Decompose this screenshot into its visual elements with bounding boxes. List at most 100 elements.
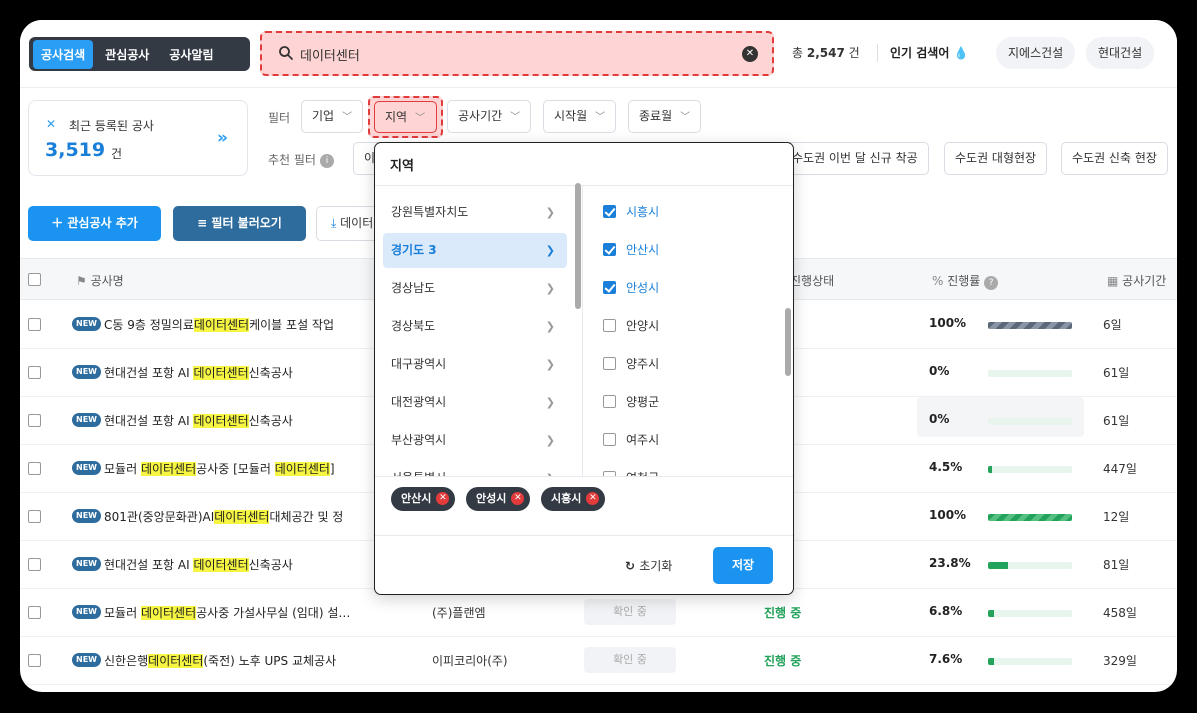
city-checkbox[interactable] xyxy=(603,395,616,408)
city-checkbox[interactable] xyxy=(603,205,616,218)
tab-interest-construction[interactable]: 관심공사 xyxy=(97,40,157,69)
row-checkbox[interactable] xyxy=(28,366,41,379)
row-title[interactable]: C동 9층 정밀의료데이터센터케이블 포설 작업 xyxy=(104,316,334,333)
double-chevron-right-icon[interactable]: » xyxy=(217,128,228,148)
th-status[interactable]: 진행상태 xyxy=(790,272,834,289)
city-scrollbar[interactable] xyxy=(785,308,791,376)
row-title[interactable]: 801관(중앙문화관)AI데이터센터대체공간 및 정 xyxy=(104,508,343,525)
help-icon[interactable]: ? xyxy=(984,276,999,290)
province-item[interactable]: 경상남도 ❯ xyxy=(383,271,567,306)
progress-bar xyxy=(988,466,1072,473)
province-item[interactable]: 대구광역시 ❯ xyxy=(383,347,567,382)
recommend-chip-2[interactable]: 수도권 대형현장 xyxy=(944,142,1048,175)
chevron-right-icon: ❯ xyxy=(546,461,555,476)
popular-keyword-0[interactable]: 지에스건설 xyxy=(996,37,1076,69)
refresh-icon: ↻ xyxy=(625,559,640,573)
city-option[interactable]: 안성시 xyxy=(603,277,659,299)
new-badge: NEW xyxy=(72,557,101,571)
recommend-chip-3[interactable]: 수도권 신축 현장 xyxy=(1061,142,1168,175)
remove-tag-icon[interactable]: ✕ xyxy=(436,492,450,505)
city-checkbox[interactable] xyxy=(603,433,616,446)
row-company: (주)플랜엠 xyxy=(432,606,486,620)
remove-tag-icon[interactable]: ✕ xyxy=(511,492,525,505)
city-option[interactable]: 연천군 xyxy=(603,467,659,476)
filter-end-month[interactable]: 종료월 ﹀ xyxy=(628,100,702,133)
app-window: 공사검색 관심공사 공사알림 ✕ 총 2,547 건 인기 검색어 💧 지에스건… xyxy=(20,20,1177,692)
reset-button[interactable]: ↻ 초기화 xyxy=(625,557,672,574)
clear-search-icon[interactable]: ✕ xyxy=(742,46,758,62)
recent-count: 3,519 xyxy=(45,139,106,161)
province-item[interactable]: 서울특별시❯ xyxy=(383,461,567,476)
row-title[interactable]: 신한은행데이터센터(죽전) 노후 UPS 교체공사 xyxy=(104,652,336,669)
save-button[interactable]: 저장 xyxy=(713,547,773,584)
tab-construction-alerts[interactable]: 공사알림 xyxy=(161,40,221,69)
load-filter-button[interactable]: ≡ 필터 불러오기 xyxy=(173,206,306,241)
city-option[interactable]: 양주시 xyxy=(603,353,659,375)
row-title[interactable]: 모듈러 데이터센터공사중 [모듈러 데이터센터] xyxy=(104,460,335,477)
city-checkbox[interactable] xyxy=(603,243,616,256)
row-checkbox[interactable] xyxy=(28,462,41,475)
new-badge: NEW xyxy=(72,461,101,475)
new-badge: NEW xyxy=(72,317,101,331)
city-checkbox[interactable] xyxy=(603,281,616,294)
row-period: 12일 xyxy=(1103,510,1130,524)
th-name[interactable]: ⚑ 공사명 xyxy=(76,272,124,289)
selected-tag: 안성시 ✕ xyxy=(466,487,531,511)
city-option[interactable]: 안산시 xyxy=(603,239,659,261)
search-input[interactable] xyxy=(300,44,720,64)
tab-construction-search[interactable]: 공사검색 xyxy=(33,39,94,69)
city-checkbox[interactable] xyxy=(603,357,616,370)
row-title[interactable]: 현대건설 포항 AI 데이터센터신축공사 xyxy=(104,364,293,381)
remove-tag-icon[interactable]: ✕ xyxy=(586,492,600,505)
select-all-checkbox[interactable] xyxy=(28,273,41,286)
row-checkbox[interactable] xyxy=(28,414,41,427)
province-scrollbar[interactable] xyxy=(575,183,581,309)
row-progress-text: 4.5% xyxy=(929,460,963,474)
filter-region[interactable]: 지역 ﹀ xyxy=(374,101,437,133)
table-row[interactable]: NEW 신한은행데이터센터(죽전) 노후 UPS 교체공사 이피코리아(주) 확인 중… xyxy=(20,637,1177,685)
row-title[interactable]: 현대건설 포항 AI 데이터센터신축공사 xyxy=(104,412,293,429)
popular-keyword-1[interactable]: 현대건설 xyxy=(1086,37,1155,69)
city-option[interactable]: 안양시 xyxy=(603,315,659,337)
progress-bar xyxy=(988,514,1072,521)
row-checkbox[interactable] xyxy=(28,558,41,571)
row-checkbox[interactable] xyxy=(28,606,41,619)
table-row[interactable]: NEW 모듈러 데이터센터공사중 가설사무실 (임대) 설… (주)플랜엠 확인 중 진… xyxy=(20,589,1177,637)
filter-period[interactable]: 공사기간 ﹀ xyxy=(447,100,532,133)
filter-start-month[interactable]: 시작월 ﹀ xyxy=(543,100,617,133)
province-item[interactable]: 경기도 3 ❯ xyxy=(383,233,567,268)
city-option[interactable]: 여주시 xyxy=(603,429,659,451)
chevron-right-icon: ❯ xyxy=(545,244,555,257)
new-badge: NEW xyxy=(72,509,101,523)
city-checkbox[interactable] xyxy=(603,319,616,332)
nav-tabs: 공사검색 관심공사 공사알림 xyxy=(29,37,250,71)
province-item[interactable]: 경상북도 ❯ xyxy=(383,309,567,344)
chevron-down-icon: ﹀ xyxy=(595,112,606,123)
province-item[interactable]: 강원특별자치도 ❯ xyxy=(383,195,567,230)
city-option[interactable]: 시흥시 xyxy=(603,201,659,223)
row-checkbox[interactable] xyxy=(28,318,41,331)
filter-company[interactable]: 기업 ﹀ xyxy=(301,100,364,133)
popular-keywords-label: 인기 검색어 💧 xyxy=(890,46,969,60)
row-company: 이피코리아(주) xyxy=(432,654,508,668)
recent-title: 최근 등록된 공사 xyxy=(69,119,154,133)
row-checkbox[interactable] xyxy=(28,510,41,523)
city-option[interactable]: 양평군 xyxy=(603,391,659,413)
region-dropdown: 지역 강원특별자치도 ❯ 경기도 3 ❯ 경상남도 ❯ 경상북도 ❯ 대구광역시 ❯ 대전광역시 ❯ 부… xyxy=(374,142,794,595)
filter-region-highlight: 지역 ﹀ xyxy=(368,96,443,138)
confirm-badge: 확인 중 xyxy=(584,647,676,673)
recommend-chip-1[interactable]: 수도권 이번 달 신규 착공 xyxy=(781,142,929,175)
filter-label: 필터 xyxy=(268,111,291,125)
info-icon[interactable]: i xyxy=(319,153,334,168)
chevron-right-icon: ❯ xyxy=(545,434,555,447)
province-item[interactable]: 부산광역시 ❯ xyxy=(383,423,567,458)
th-period[interactable]: ▦ 공사기간 xyxy=(1107,272,1166,289)
top-bar: 공사검색 관심공사 공사알림 ✕ 총 2,547 건 인기 검색어 💧 지에스건… xyxy=(20,20,1177,88)
add-interest-button[interactable]: ＋ 관심공사 추가 xyxy=(28,206,161,241)
row-checkbox[interactable] xyxy=(28,654,41,667)
row-title[interactable]: 모듈러 데이터센터공사중 가설사무실 (임대) 설… xyxy=(104,604,350,621)
province-item[interactable]: 대전광역시 ❯ xyxy=(383,385,567,420)
row-title[interactable]: 현대건설 포항 AI 데이터센터신축공사 xyxy=(104,556,293,573)
recent-registered-card[interactable]: ✕ 최근 등록된 공사 3,519 건 » xyxy=(28,100,248,176)
th-progress[interactable]: % 진행률 ? xyxy=(932,272,999,290)
